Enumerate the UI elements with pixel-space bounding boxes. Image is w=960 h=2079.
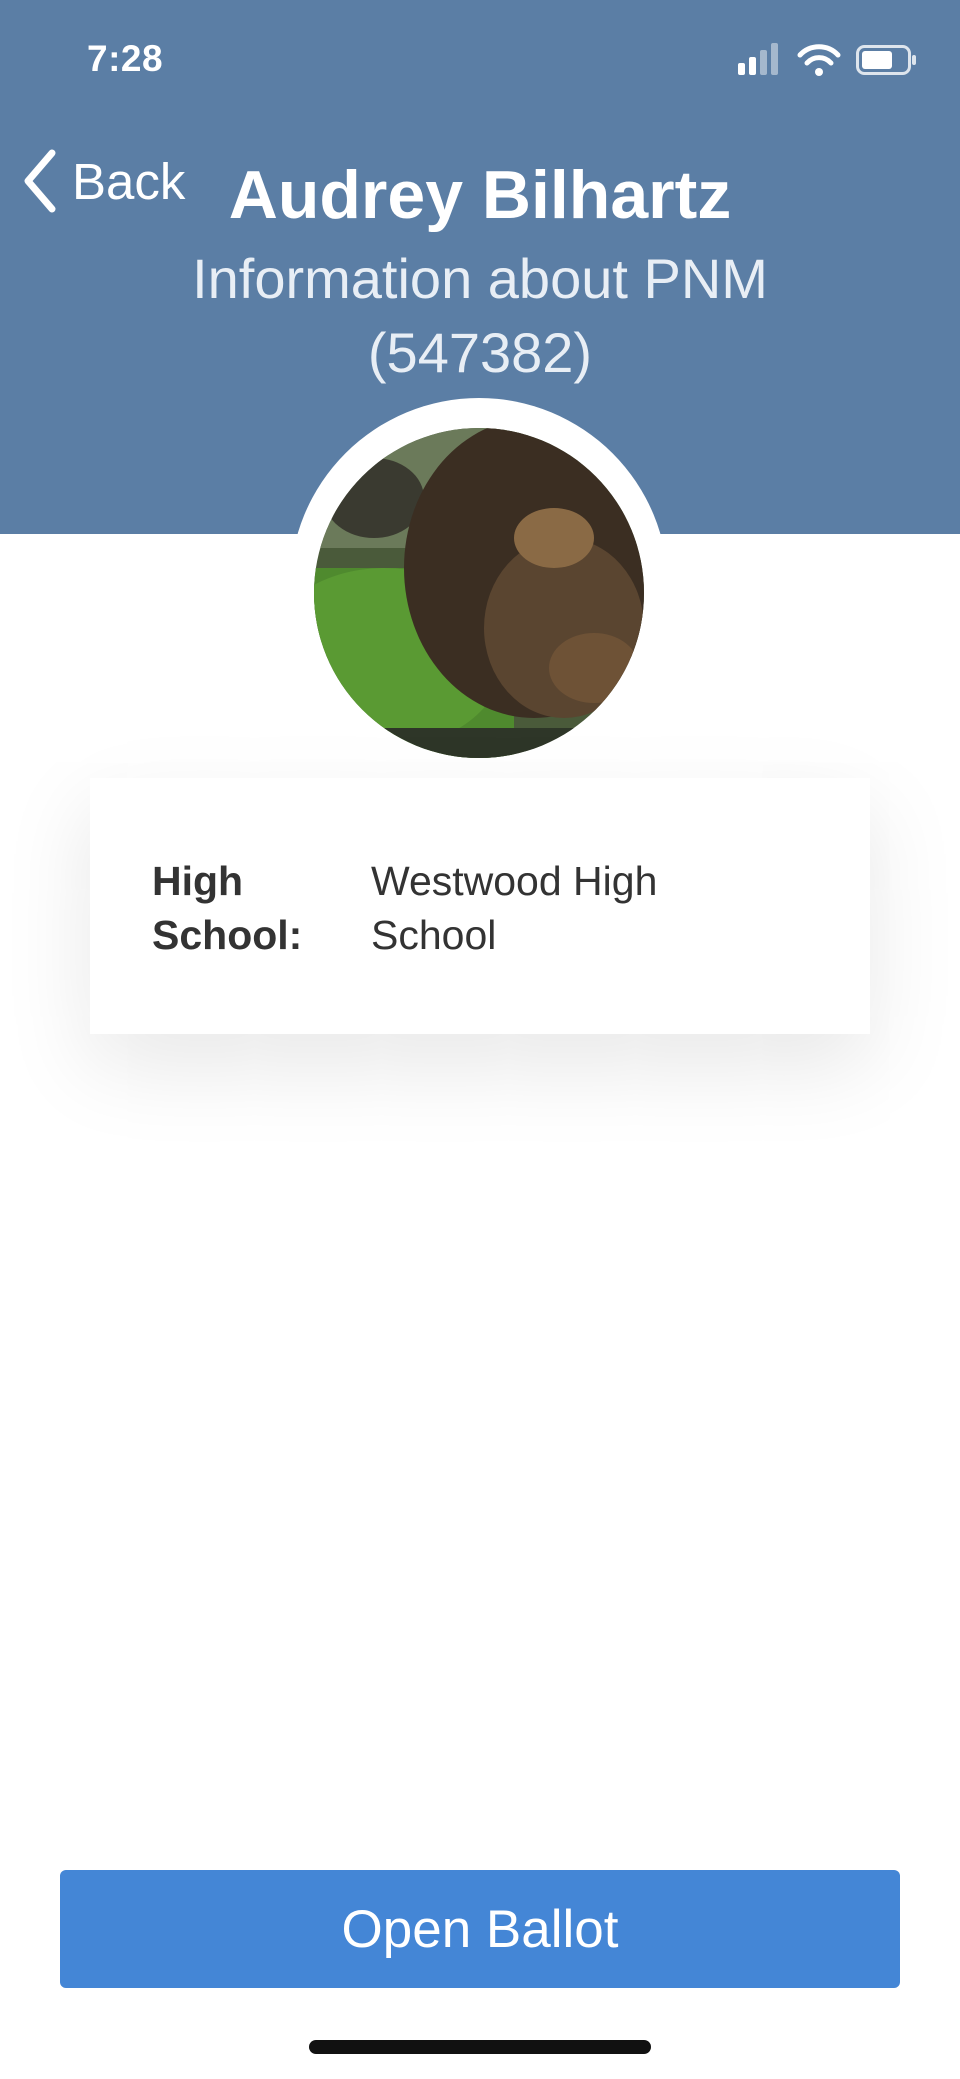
status-icons — [738, 43, 918, 77]
high-school-label: High School: — [152, 858, 303, 958]
open-ballot-button[interactable]: Open Ballot — [60, 1870, 900, 1988]
signal-icon — [738, 43, 778, 75]
page-title: Audrey Bilhartz — [228, 157, 732, 233]
wifi-icon — [797, 44, 841, 76]
avatar — [314, 428, 644, 758]
details-card: High School: Westwood High School — [90, 778, 870, 1034]
home-indicator[interactable] — [309, 2040, 651, 2054]
status-time: 7:28 — [87, 38, 164, 79]
high-school-value: Westwood High School — [371, 858, 658, 958]
battery-icon — [856, 45, 916, 75]
avatar-frame — [290, 398, 668, 776]
page-subtitle: Information about PNM (547382) — [192, 247, 768, 384]
